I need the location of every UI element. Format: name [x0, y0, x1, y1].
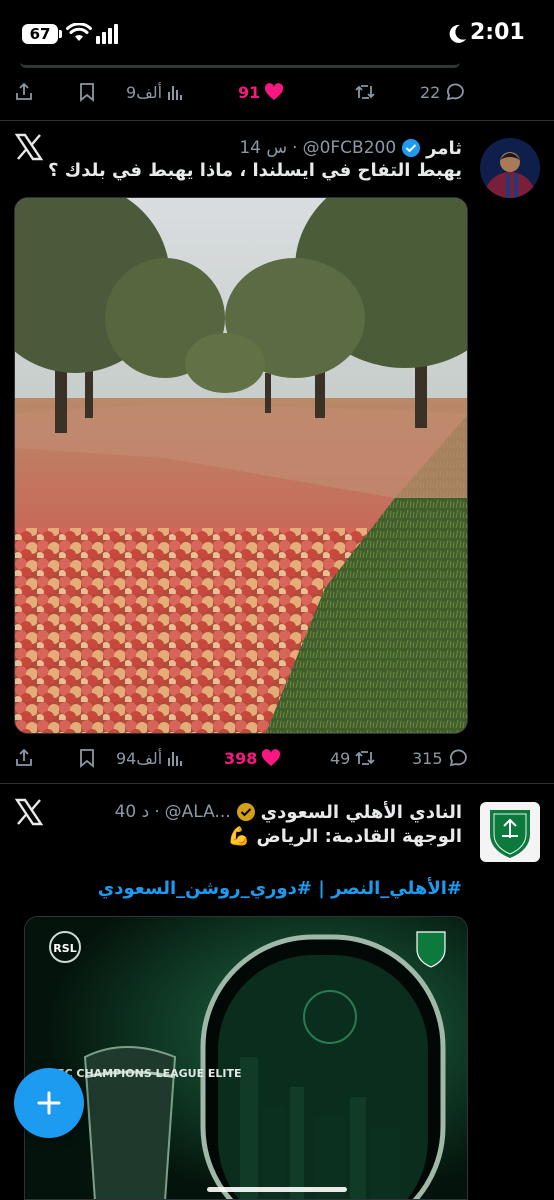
avatar[interactable] — [480, 138, 540, 198]
bookmark-icon — [80, 749, 94, 768]
likes-count: 398 — [224, 748, 258, 768]
tweet-media-image[interactable]: RSL AFC CHAMPIONS LEAGUE ELITE — [24, 916, 468, 1200]
avatar[interactable] — [480, 802, 540, 862]
bookmark-button[interactable] — [78, 72, 96, 112]
replies-count: 315 — [412, 748, 443, 768]
x-logo-icon — [14, 798, 44, 826]
replies-count: 22 — [420, 82, 441, 102]
tweet-time: 14 س — [239, 138, 288, 158]
like-button[interactable]: 398 — [224, 738, 281, 778]
verified-badge-icon — [402, 139, 421, 157]
share-button[interactable] — [14, 738, 34, 778]
retweet-button[interactable] — [354, 72, 376, 112]
retweet-icon — [355, 85, 375, 99]
reply-icon — [449, 749, 467, 767]
previous-tweet-actions: 9ألف 91 22 — [0, 72, 554, 112]
compose-button[interactable] — [14, 1068, 84, 1138]
display-name[interactable]: ثامر — [426, 138, 462, 159]
alahli-logo — [480, 802, 540, 862]
divider — [0, 783, 554, 784]
retweet-button[interactable]: 49 — [330, 738, 376, 778]
tweet-header: 40 د · @ALA... النادي الأهلي السعودي — [114, 801, 462, 823]
wifi-icon — [66, 23, 92, 41]
share-button[interactable] — [14, 72, 34, 112]
tweet-time: 40 د — [114, 802, 150, 822]
display-name[interactable]: النادي الأهلي السعودي — [261, 802, 462, 823]
home-indicator[interactable] — [207, 1187, 347, 1192]
apple-orchard-photo — [15, 198, 467, 733]
analytics-icon — [168, 86, 183, 100]
tweet-actions: 94ألف 398 49 315 — [0, 738, 554, 778]
views-button[interactable]: 94ألف — [116, 738, 184, 778]
previous-post-edge — [20, 62, 460, 68]
battery-icon: 67 — [22, 24, 58, 44]
status-time: 2:01 — [470, 20, 525, 45]
hashtags[interactable]: #الأهلي_النصر | #دوري_روشن_السعودي — [98, 878, 462, 899]
views-button[interactable]: 9ألف — [126, 72, 184, 112]
heart-icon — [265, 83, 284, 100]
trophy-banner-text: AFC CHAMPIONS LEAGUE ELITE — [48, 1067, 241, 1080]
user-handle[interactable]: @ALA... — [165, 802, 231, 822]
retweet-icon — [355, 751, 375, 765]
x-logo-icon — [14, 133, 44, 161]
signal-icon — [96, 24, 118, 44]
reply-button[interactable]: 315 — [412, 738, 467, 778]
user-handle[interactable]: @0FCB200 — [303, 138, 397, 158]
tweet-text: الوجهة القادمة: الرياض 💪 — [227, 826, 462, 847]
tweet-text: يهبط التفاح في ايسلندا ، ماذا يهبط في بل… — [48, 160, 462, 181]
plus-icon — [37, 1091, 61, 1115]
views-count: 94ألف — [116, 748, 163, 768]
share-icon — [16, 82, 32, 100]
reply-icon — [447, 83, 465, 101]
tweet-media-image[interactable] — [14, 197, 468, 734]
avatar-image — [480, 138, 540, 198]
heart-icon — [262, 749, 281, 766]
like-button[interactable]: 91 — [238, 72, 284, 112]
club-promo-graphic: RSL AFC CHAMPIONS LEAGUE ELITE — [25, 917, 467, 1199]
reply-button[interactable]: 22 — [420, 72, 465, 112]
bookmark-button[interactable] — [78, 738, 96, 778]
share-icon — [16, 748, 32, 766]
verified-gold-badge-icon — [236, 803, 255, 821]
likes-count: 91 — [238, 82, 261, 102]
moon-icon — [449, 24, 466, 43]
battery-tip — [59, 30, 62, 38]
retweets-count: 49 — [330, 748, 351, 768]
rsl-logo: RSL — [53, 942, 76, 955]
bookmark-icon — [80, 83, 94, 102]
tweet-header: 14 س · @0FCB200 ثامر — [239, 137, 462, 159]
status-bar: 67 2:01 — [0, 0, 554, 62]
divider — [0, 120, 554, 121]
analytics-icon — [168, 752, 183, 766]
views-count: 9ألف — [126, 82, 163, 102]
